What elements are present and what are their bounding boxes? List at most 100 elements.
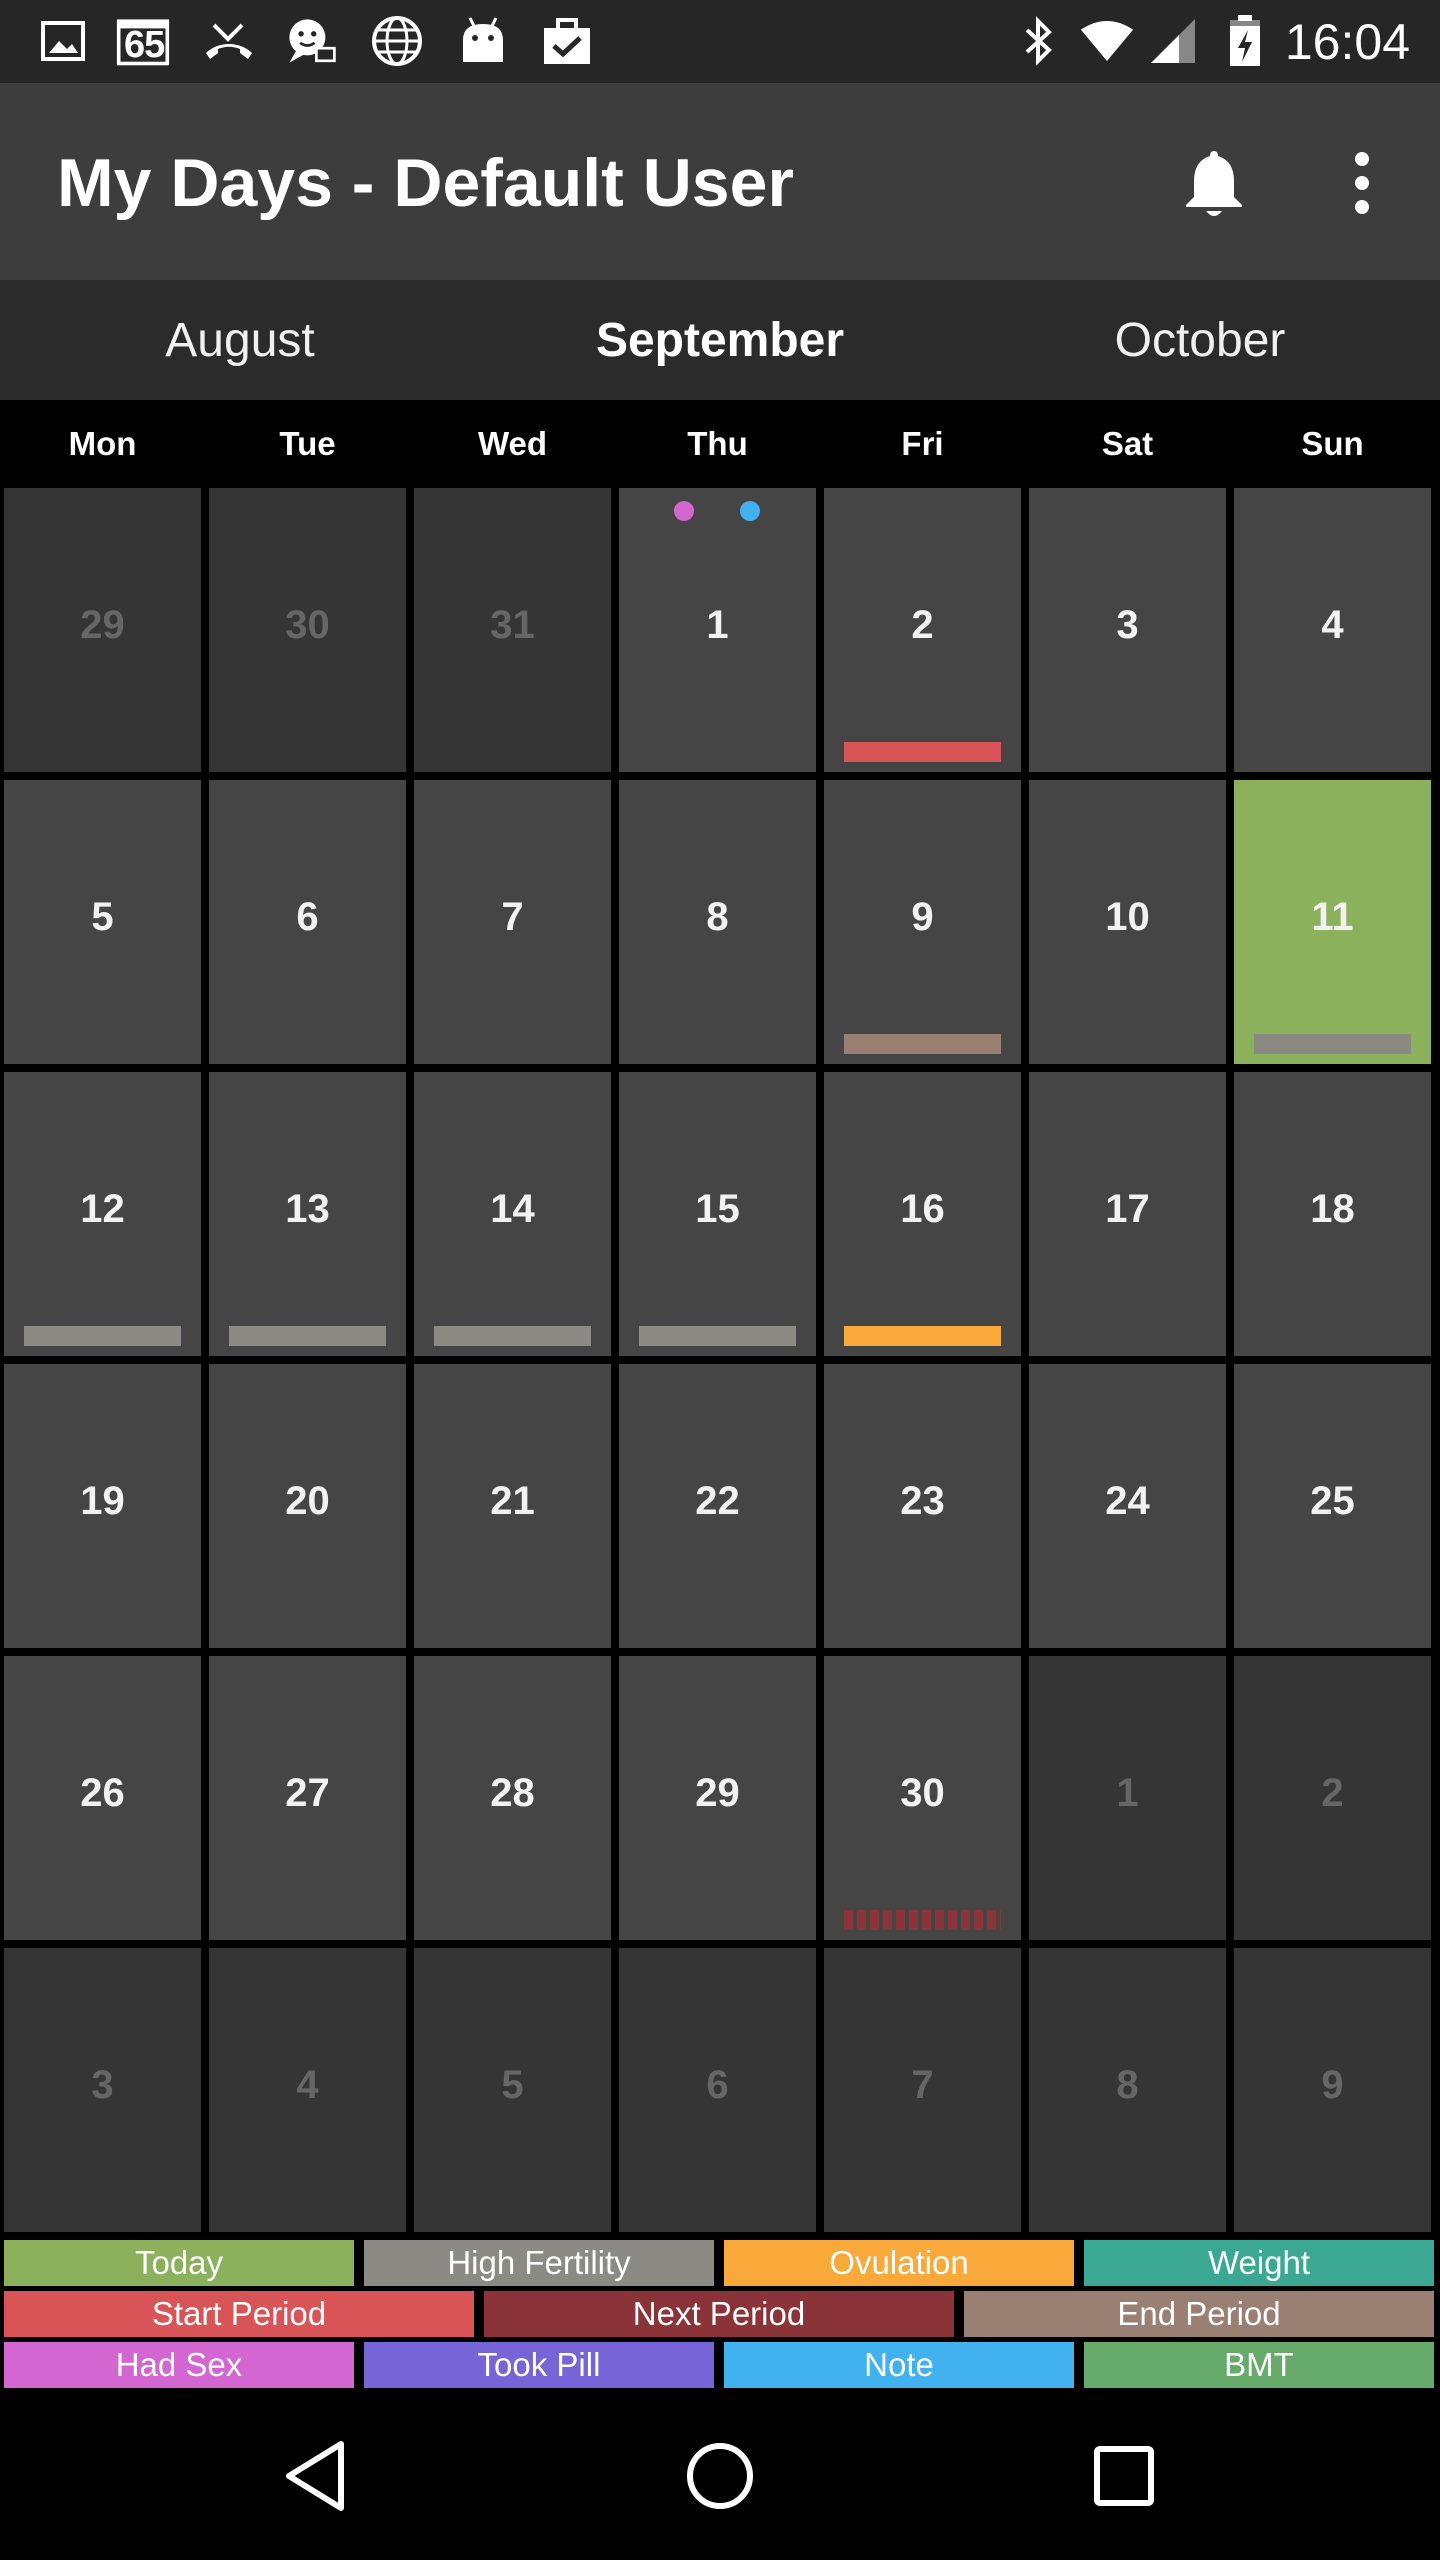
recents-icon <box>1094 2446 1154 2506</box>
weekday-thu: Thu <box>687 425 748 462</box>
had-sex-dot <box>674 501 694 521</box>
calendar-day[interactable]: 7 <box>414 780 611 1064</box>
high-fertility-marker <box>1254 1034 1411 1054</box>
globe-icon <box>370 14 424 68</box>
missed-call-icon <box>202 14 256 68</box>
month-navigator: August September October <box>0 280 1440 400</box>
calendar-day[interactable]: 14 <box>414 1072 611 1356</box>
calendar-day[interactable]: 29 <box>619 1656 816 1940</box>
day-number: 12 <box>80 1187 125 1231</box>
current-month-tab[interactable]: September <box>480 280 960 400</box>
calendar-day-other-month[interactable]: 9 <box>1234 1948 1431 2232</box>
day-number: 27 <box>285 1771 330 1815</box>
calendar-day-other-month[interactable]: 2 <box>1234 1656 1431 1940</box>
notifications-button[interactable] <box>1166 135 1262 231</box>
calendar-day[interactable]: 28 <box>414 1656 611 1940</box>
calendar-day[interactable]: 10 <box>1029 780 1226 1064</box>
calendar-day-other-month[interactable]: 4 <box>209 1948 406 2232</box>
calendar-day[interactable]: 6 <box>209 780 406 1064</box>
calendar-day-other-month[interactable]: 31 <box>414 488 611 772</box>
next-month-tab[interactable]: October <box>960 280 1440 400</box>
app-title: My Days - Default User <box>57 145 794 221</box>
calendar-day[interactable]: 4 <box>1234 488 1431 772</box>
day-number: 19 <box>80 1479 125 1523</box>
day-number: 7 <box>501 895 524 939</box>
day-number: 20 <box>285 1479 330 1523</box>
calendar-day[interactable]: 9 <box>824 780 1021 1064</box>
day-number: 4 <box>296 2063 319 2107</box>
calendar-day[interactable]: 24 <box>1029 1364 1226 1648</box>
day-number: 8 <box>706 895 729 939</box>
calendar-day-other-month[interactable]: 30 <box>209 488 406 772</box>
weekday-fri: Fri <box>901 425 944 462</box>
bell-icon <box>1186 151 1242 216</box>
day-number: 23 <box>900 1479 945 1523</box>
calendar-day[interactable]: 3 <box>1029 488 1226 772</box>
day-number: 26 <box>80 1771 125 1815</box>
calendar-day[interactable]: 1 <box>619 488 816 772</box>
weekday-sat: Sat <box>1101 425 1154 462</box>
day-number: 10 <box>1105 895 1150 939</box>
back-icon <box>286 2441 344 2511</box>
bluetooth-icon <box>1012 14 1066 68</box>
day-number: 4 <box>1321 603 1344 647</box>
day-number: 8 <box>1116 2063 1139 2107</box>
calendar-day[interactable]: 21 <box>414 1364 611 1648</box>
calendar-day[interactable]: 20 <box>209 1364 406 1648</box>
calendar-day-other-month[interactable]: 6 <box>619 1948 816 2232</box>
previous-month-tab[interactable]: August <box>0 280 480 400</box>
day-number: 16 <box>900 1187 945 1231</box>
weekday-tue: Tue <box>279 425 336 462</box>
legend-ovulation: Ovulation <box>724 2240 1074 2286</box>
calendar-day[interactable]: 27 <box>209 1656 406 1940</box>
calendar-day[interactable]: 5 <box>4 780 201 1064</box>
overflow-menu-button[interactable] <box>1314 135 1410 231</box>
calendar-day[interactable]: 15 <box>619 1072 816 1356</box>
day-number: 29 <box>695 1771 740 1815</box>
weekday-mon: Mon <box>68 425 137 462</box>
day-number: 25 <box>1310 1479 1355 1523</box>
legend-had-sex: Had Sex <box>4 2342 354 2388</box>
high-fertility-marker <box>639 1326 796 1346</box>
calendar-day[interactable]: 23 <box>824 1364 1021 1648</box>
calendar-day[interactable]: 22 <box>619 1364 816 1648</box>
calendar-day-other-month[interactable]: 1 <box>1029 1656 1226 1940</box>
day-number: 2 <box>1321 1771 1344 1815</box>
high-fertility-marker <box>434 1326 591 1346</box>
calendar-day[interactable]: 2 <box>824 488 1021 772</box>
calendar-day[interactable]: 19 <box>4 1364 201 1648</box>
calendar-day-other-month[interactable]: 5 <box>414 1948 611 2232</box>
calendar-day[interactable]: 8 <box>619 780 816 1064</box>
day-number: 1 <box>1116 1771 1139 1815</box>
end-period-marker <box>844 1034 1001 1054</box>
day-number: 9 <box>911 895 934 939</box>
calendar-day[interactable]: 17 <box>1029 1072 1226 1356</box>
calendar-day[interactable]: 13 <box>209 1072 406 1356</box>
day-number: 6 <box>706 2063 729 2107</box>
navigation-bar <box>0 2392 1440 2560</box>
calendar-day[interactable]: 30 <box>824 1656 1021 1940</box>
day-number: 14 <box>490 1187 535 1231</box>
day-number: 30 <box>900 1771 945 1815</box>
day-number: 3 <box>1116 603 1139 647</box>
calendar-day-other-month[interactable]: 7 <box>824 1948 1021 2232</box>
legend-note: Note <box>724 2342 1074 2388</box>
day-number: 29 <box>80 603 125 647</box>
recents-button[interactable] <box>1074 2426 1174 2526</box>
calendar-day[interactable]: 12 <box>4 1072 201 1356</box>
calendar-day-other-month[interactable]: 3 <box>4 1948 201 2232</box>
clock: 16:04 <box>1284 14 1410 70</box>
day-number: 13 <box>285 1187 330 1231</box>
home-button[interactable] <box>670 2426 770 2526</box>
calendar-day[interactable]: 16 <box>824 1072 1021 1356</box>
overflow-menu-icon <box>1355 152 1369 214</box>
back-button[interactable] <box>266 2426 366 2526</box>
calendar-day-other-month[interactable]: 29 <box>4 488 201 772</box>
calendar-day[interactable]: 26 <box>4 1656 201 1940</box>
calendar-day-today[interactable]: 11 <box>1234 780 1431 1064</box>
calendar-day[interactable]: 25 <box>1234 1364 1431 1648</box>
day-number: 18 <box>1310 1187 1355 1231</box>
calendar-day[interactable]: 18 <box>1234 1072 1431 1356</box>
calendar-day-other-month[interactable]: 8 <box>1029 1948 1226 2232</box>
day-number: 6 <box>296 895 319 939</box>
